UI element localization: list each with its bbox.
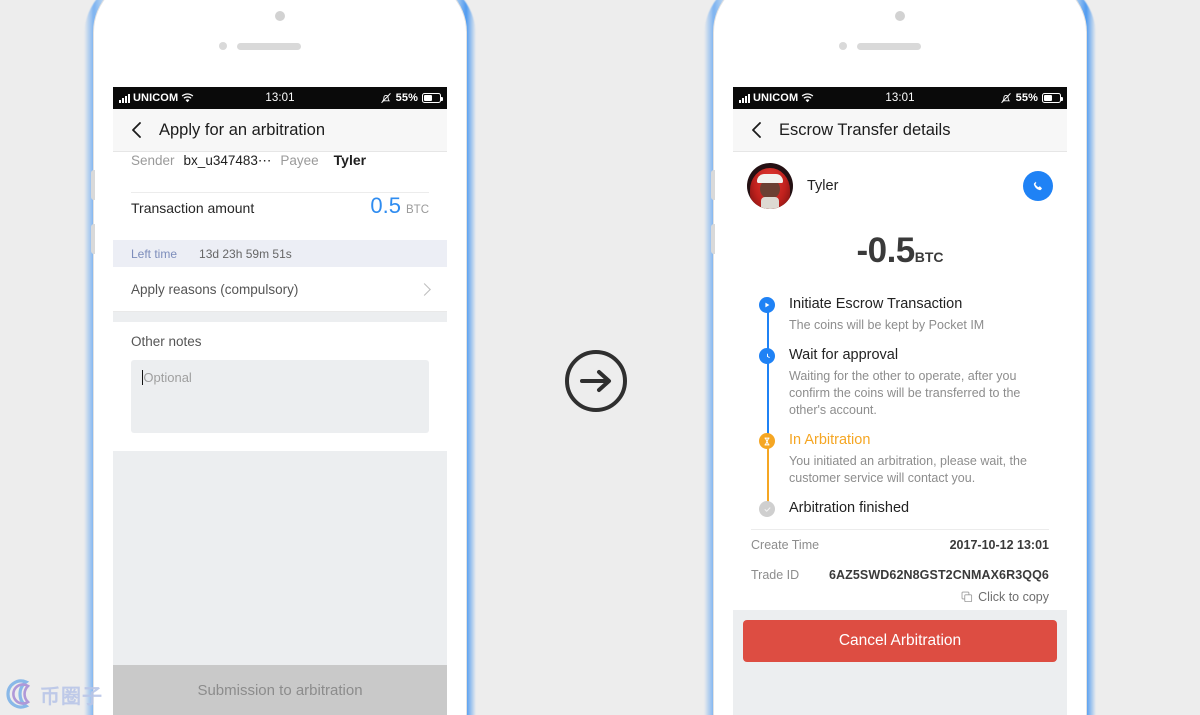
nav-bar-right: Escrow Transfer details	[733, 109, 1067, 152]
wifi-icon	[181, 93, 194, 103]
timeline-step-title: Wait for approval	[789, 347, 899, 363]
big-amount-unit: BTC	[914, 249, 944, 265]
payee-value: Tyler	[333, 152, 367, 168]
hourglass-circle-icon	[759, 433, 775, 449]
transaction-amount-label: Transaction amount	[131, 200, 255, 216]
phone-device-left: UNICOM 13:01 55% Apply for an arbitratio…	[91, 0, 466, 715]
timeline-step-desc: You initiated an arbitration, please wai…	[789, 454, 1027, 485]
page-title: Escrow Transfer details	[779, 120, 951, 139]
big-amount-value: -0.5	[856, 231, 915, 270]
status-time: 13:01	[885, 92, 915, 104]
bell-muted-icon	[380, 93, 391, 104]
click-to-copy-button[interactable]: Click to copy	[733, 590, 1067, 610]
left-time-value: 13d 23h 59m 51s	[199, 246, 292, 261]
screen-right: UNICOM 13:01 55% Escrow Transfer details…	[733, 87, 1067, 715]
phone-device-right: UNICOM 13:01 55% Escrow Transfer details…	[711, 0, 1086, 715]
escrow-timeline: Initiate Escrow Transaction The coins wi…	[733, 295, 1067, 517]
contact-name: Tyler	[807, 178, 839, 194]
detail-value: 2017-10-12 13:01	[949, 538, 1049, 552]
transaction-amount-value: 0.5	[370, 193, 401, 218]
big-amount: -0.5BTC	[733, 217, 1067, 295]
content-filler	[113, 451, 447, 665]
earpiece-speaker	[237, 43, 301, 50]
proximity-sensor-icon	[219, 42, 227, 50]
proximity-sensor-icon-right	[839, 42, 847, 50]
front-camera-icon-right	[895, 11, 905, 21]
transaction-amount-unit: BTC	[406, 204, 429, 216]
timeline-step: Initiate Escrow Transaction The coins wi…	[759, 295, 1049, 349]
detail-row-trade-id: Trade ID 6AZ5SWD62N8GST2CNMAX6R3QQ6	[733, 560, 1067, 590]
detail-key: Create Time	[751, 538, 820, 552]
page-title: Apply for an arbitration	[159, 120, 326, 139]
other-notes-input[interactable]: Optional	[131, 360, 429, 433]
detail-value: 6AZ5SWD62N8GST2CNMAX6R3QQ6	[828, 568, 1049, 582]
cancel-arbitration-button[interactable]: Cancel Arbitration	[743, 620, 1057, 662]
left-time-row: Left time 13d 23h 59m 51s	[113, 240, 447, 267]
timeline-step-desc: Waiting for the other to operate, after …	[789, 369, 1021, 417]
timeline-step-pending: Arbitration finished	[759, 499, 1049, 517]
watermark-text: 币圈子	[40, 683, 103, 708]
transaction-amount-row: Transaction amount 0.5 BTC	[131, 193, 429, 240]
carrier-label: UNICOM	[753, 92, 799, 104]
timeline-step-title: Arbitration finished	[789, 500, 910, 516]
timeline-step: Wait for approval Waiting for the other …	[759, 346, 1049, 434]
bottom-action-bar: Cancel Arbitration	[733, 610, 1067, 715]
avatar[interactable]	[747, 163, 793, 209]
other-notes-placeholder: Optional	[143, 370, 192, 385]
other-notes-section: Other notes Optional	[113, 322, 447, 451]
timeline-step-active: In Arbitration You initiated an arbitrat…	[759, 431, 1049, 502]
arrow-right-circle-icon	[565, 350, 627, 412]
sender-payee-row: Sender bx_u347483⋯ Payee Tyler	[131, 152, 429, 193]
battery-icon	[1042, 93, 1064, 103]
battery-percent-label: 55%	[395, 92, 418, 104]
phone-call-icon[interactable]	[1023, 171, 1053, 201]
transaction-card: Sender bx_u347483⋯ Payee Tyler Transacti…	[113, 152, 447, 240]
check-circle-icon	[759, 501, 775, 517]
sender-value: bx_u347483⋯	[183, 153, 272, 168]
volume-up-button[interactable]	[91, 170, 95, 200]
sender-label: Sender	[131, 153, 175, 168]
other-notes-label: Other notes	[131, 334, 202, 349]
status-time: 13:01	[265, 92, 295, 104]
detail-row-create-time: Create Time 2017-10-12 13:01	[733, 530, 1067, 560]
front-camera-icon	[275, 11, 285, 21]
play-circle-icon	[759, 297, 775, 313]
timeline-step-title: Initiate Escrow Transaction	[789, 296, 963, 312]
left-time-label: Left time	[131, 246, 178, 261]
status-bar-left: UNICOM 13:01 55%	[113, 87, 447, 109]
screen-left: UNICOM 13:01 55% Apply for an arbitratio…	[113, 87, 447, 715]
signal-bars-icon	[739, 93, 750, 103]
clock-circle-icon	[759, 348, 775, 364]
wifi-icon	[801, 93, 814, 103]
detail-key: Trade ID	[751, 568, 800, 582]
swirl-logo-icon	[6, 679, 31, 709]
contact-row: Tyler	[733, 152, 1067, 217]
volume-up-button-right[interactable]	[711, 170, 715, 200]
flow-arrow	[563, 348, 629, 414]
carrier-label: UNICOM	[133, 92, 179, 104]
volume-down-button-right[interactable]	[711, 224, 715, 254]
battery-percent-label: 55%	[1015, 92, 1038, 104]
volume-down-button[interactable]	[91, 224, 95, 254]
status-bar-right: UNICOM 13:01 55%	[733, 87, 1067, 109]
apply-reasons-row[interactable]: Apply reasons (compulsory)	[113, 267, 447, 312]
watermark: 币圈子	[4, 677, 103, 711]
click-to-copy-label: Click to copy	[978, 590, 1049, 604]
bell-muted-icon	[1000, 93, 1011, 104]
battery-icon	[422, 93, 444, 103]
earpiece-speaker-right	[857, 43, 921, 50]
payee-label: Payee	[280, 153, 319, 168]
apply-reasons-label: Apply reasons (compulsory)	[131, 281, 299, 297]
timeline-step-desc: The coins will be kept by Pocket IM	[789, 318, 985, 332]
signal-bars-icon	[119, 93, 130, 103]
back-chevron-icon[interactable]	[747, 120, 767, 140]
timeline-step-title: In Arbitration	[789, 432, 871, 448]
section-gap	[113, 312, 447, 322]
nav-bar-left: Apply for an arbitration	[113, 109, 447, 152]
copy-icon	[961, 591, 973, 603]
submit-arbitration-button[interactable]: Submission to arbitration	[113, 665, 447, 715]
back-chevron-icon[interactable]	[127, 120, 147, 140]
chevron-right-icon	[418, 282, 431, 296]
